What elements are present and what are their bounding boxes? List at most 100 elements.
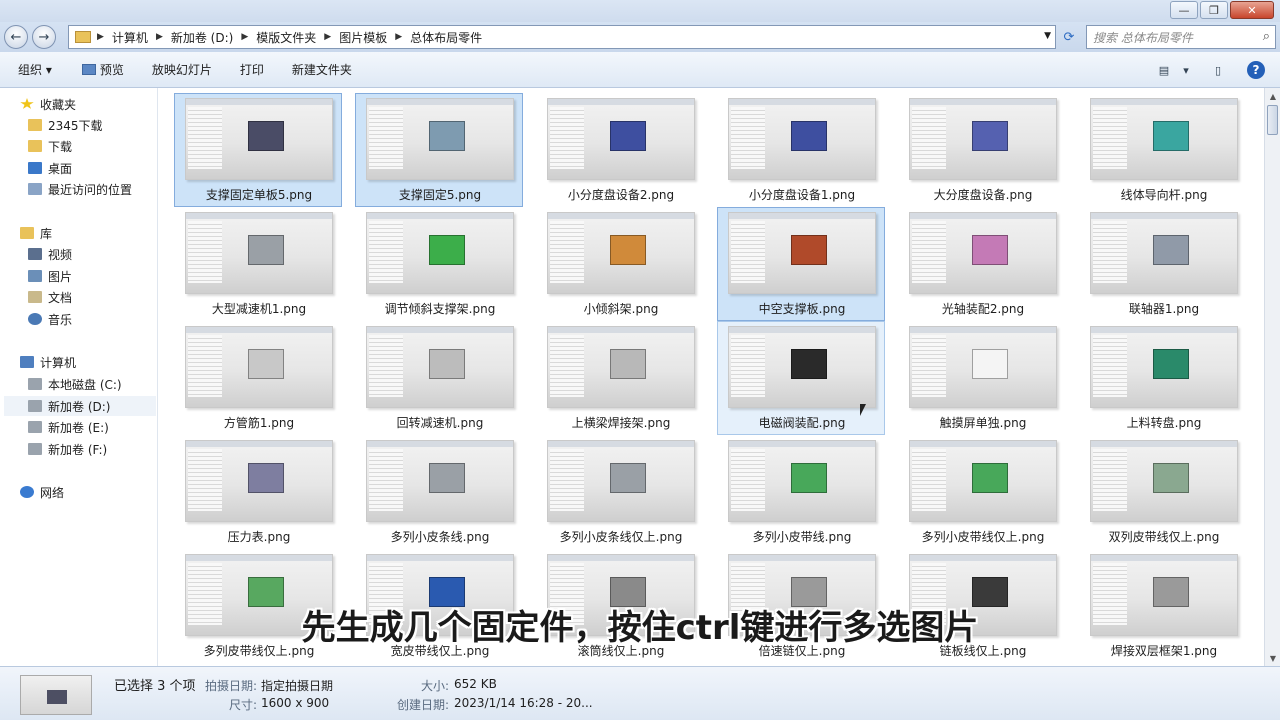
scroll-up-icon[interactable]: ▲ <box>1265 88 1280 104</box>
scrollbar-thumb[interactable] <box>1267 105 1278 135</box>
nav-item-videos[interactable]: 视频 <box>28 244 72 264</box>
chevron-down-icon[interactable]: ▼ <box>1044 31 1051 41</box>
date-label: 拍摄日期: <box>205 679 258 693</box>
date-value[interactable]: 指定拍摄日期 <box>261 677 333 694</box>
nav-item-music[interactable]: 音乐 <box>28 309 72 329</box>
new-folder-button[interactable]: 新建文件夹 <box>292 61 352 78</box>
nav-label: 库 <box>40 226 53 241</box>
chevron-right-icon: ▶ <box>155 32 163 42</box>
nav-label: 新加卷 (D:) <box>48 399 111 414</box>
organize-button[interactable]: 组织 ▾ <box>18 61 52 78</box>
close-button[interactable]: ✕ <box>1230 1 1274 19</box>
breadcrumb-drive-d[interactable]: 新加卷 (D:) <box>165 29 239 46</box>
nav-item-recent[interactable]: 最近访问的位置 <box>28 179 132 199</box>
file-tile[interactable]: 压力表.png <box>174 435 342 549</box>
part-preview <box>791 349 827 379</box>
nav-item-pictures[interactable]: 图片 <box>28 266 72 286</box>
file-thumbnail <box>185 98 333 180</box>
nav-item-drive-d[interactable]: 新加卷 (D:) <box>4 396 156 416</box>
forward-button[interactable]: → <box>32 25 56 49</box>
breadcrumb-computer[interactable]: 计算机 <box>106 29 154 46</box>
maximize-button[interactable]: ❐ <box>1200 1 1228 19</box>
back-button[interactable]: ← <box>4 25 28 49</box>
file-tile[interactable]: 回转减速机.png <box>355 321 523 435</box>
nav-label: 收藏夹 <box>40 97 77 112</box>
nav-network[interactable]: 网络 <box>20 482 64 502</box>
file-tile[interactable]: 中空支撑板.png <box>717 207 885 321</box>
file-tile[interactable]: 小倾斜架.png <box>536 207 704 321</box>
file-thumbnail <box>1090 440 1238 522</box>
file-tile[interactable]: 上横梁焊接架.png <box>536 321 704 435</box>
nav-item-drive-c[interactable]: 本地磁盘 (C:) <box>28 374 122 394</box>
file-tile[interactable]: 大分度盘设备.png <box>898 93 1066 207</box>
search-input[interactable]: 搜索 总体布局零件 ⌕ <box>1086 25 1276 49</box>
preview-pane-icon[interactable]: ▯ <box>1208 61 1228 79</box>
part-preview <box>429 349 465 379</box>
refresh-icon[interactable]: ⟳ <box>1058 25 1080 49</box>
chevron-right-icon: ▶ <box>395 32 403 42</box>
search-icon[interactable]: ⌕ <box>1263 29 1270 44</box>
breadcrumb-image-template[interactable]: 图片模板 <box>333 29 393 46</box>
view-options-icon[interactable]: ▤ <box>1154 61 1174 79</box>
slideshow-button[interactable]: 放映幻灯片 <box>152 61 212 78</box>
file-thumbnail <box>547 98 695 180</box>
file-tile[interactable]: 触摸屏单独.png <box>898 321 1066 435</box>
file-tile[interactable]: 方管筋1.png <box>174 321 342 435</box>
mouse-cursor-icon <box>860 404 866 416</box>
file-tile[interactable]: 多列小皮带线.png <box>717 435 885 549</box>
file-tile[interactable]: 线体导向杆.png <box>1079 93 1247 207</box>
network-icon <box>20 486 34 498</box>
navigation-pane: 收藏夹 2345下载 下载 桌面 最近访问的位置 库 视频 图片 文档 音乐 计… <box>0 88 158 666</box>
nav-item-drive-e[interactable]: 新加卷 (E:) <box>28 417 109 437</box>
nav-item-2345download[interactable]: 2345下载 <box>28 115 103 135</box>
nav-item-downloads[interactable]: 下载 <box>28 136 72 156</box>
nav-item-desktop[interactable]: 桌面 <box>28 158 72 178</box>
preview-button[interactable]: 预览 <box>81 61 124 78</box>
breadcrumb-template-folder[interactable]: 模版文件夹 <box>250 29 322 46</box>
part-preview <box>248 235 284 265</box>
file-thumbnail <box>1090 98 1238 180</box>
breadcrumb-layout-parts[interactable]: 总体布局零件 <box>404 29 488 46</box>
file-tile[interactable]: 调节倾斜支撑架.png <box>355 207 523 321</box>
part-preview <box>1153 235 1189 265</box>
file-tile[interactable]: 支撑固定单板5.png <box>174 93 342 207</box>
address-bar[interactable]: ▶ 计算机 ▶ 新加卷 (D:) ▶ 模版文件夹 ▶ 图片模板 ▶ 总体布局零件… <box>68 25 1056 49</box>
file-tile[interactable]: 大型减速机1.png <box>174 207 342 321</box>
file-name: 中空支撑板.png <box>758 302 846 316</box>
scroll-down-icon[interactable]: ▼ <box>1265 650 1280 666</box>
file-tile[interactable]: 支撑固定5.png <box>355 93 523 207</box>
nav-label: 音乐 <box>48 312 73 327</box>
file-name: 调节倾斜支撑架.png <box>384 302 496 316</box>
file-tile[interactable]: 电磁阀装配.png <box>717 321 885 435</box>
drive-icon <box>28 400 42 412</box>
minimize-button[interactable]: — <box>1170 1 1198 19</box>
file-tile[interactable]: 小分度盘设备1.png <box>717 93 885 207</box>
part-preview <box>791 463 827 493</box>
nav-favorites[interactable]: 收藏夹 <box>20 94 76 114</box>
nav-item-documents[interactable]: 文档 <box>28 287 72 307</box>
nav-computer[interactable]: 计算机 <box>20 352 76 372</box>
file-tile[interactable]: 多列小皮条线仅上.png <box>536 435 704 549</box>
vertical-scrollbar[interactable]: ▲ ▼ <box>1264 88 1280 666</box>
file-tile[interactable]: 联轴器1.png <box>1079 207 1247 321</box>
nav-libraries[interactable]: 库 <box>20 223 52 243</box>
file-tile[interactable]: 光轴装配2.png <box>898 207 1066 321</box>
command-bar: 组织 ▾ 预览 放映幻灯片 打印 新建文件夹 ▤ ▾ ▯ ? <box>0 52 1280 88</box>
file-name: 多列小皮带线.png <box>752 530 852 544</box>
file-name: 电磁阀装配.png <box>758 416 846 430</box>
file-name: 压力表.png <box>227 530 291 544</box>
print-button[interactable]: 打印 <box>240 61 264 78</box>
drive-icon <box>28 421 42 433</box>
help-button[interactable]: ? <box>1246 61 1266 79</box>
nav-item-drive-f[interactable]: 新加卷 (F:) <box>28 439 107 459</box>
file-tile[interactable]: 多列小皮条线.png <box>355 435 523 549</box>
file-tile[interactable]: 上料转盘.png <box>1079 321 1247 435</box>
part-preview <box>791 121 827 151</box>
chevron-down-icon[interactable]: ▾ <box>1176 61 1196 79</box>
file-tile[interactable]: 双列皮带线仅上.png <box>1079 435 1247 549</box>
file-tile[interactable]: 小分度盘设备2.png <box>536 93 704 207</box>
nav-label: 最近访问的位置 <box>48 182 133 197</box>
recent-places-icon <box>28 183 42 195</box>
file-name: 小分度盘设备1.png <box>748 188 856 202</box>
file-tile[interactable]: 多列小皮带线仅上.png <box>898 435 1066 549</box>
